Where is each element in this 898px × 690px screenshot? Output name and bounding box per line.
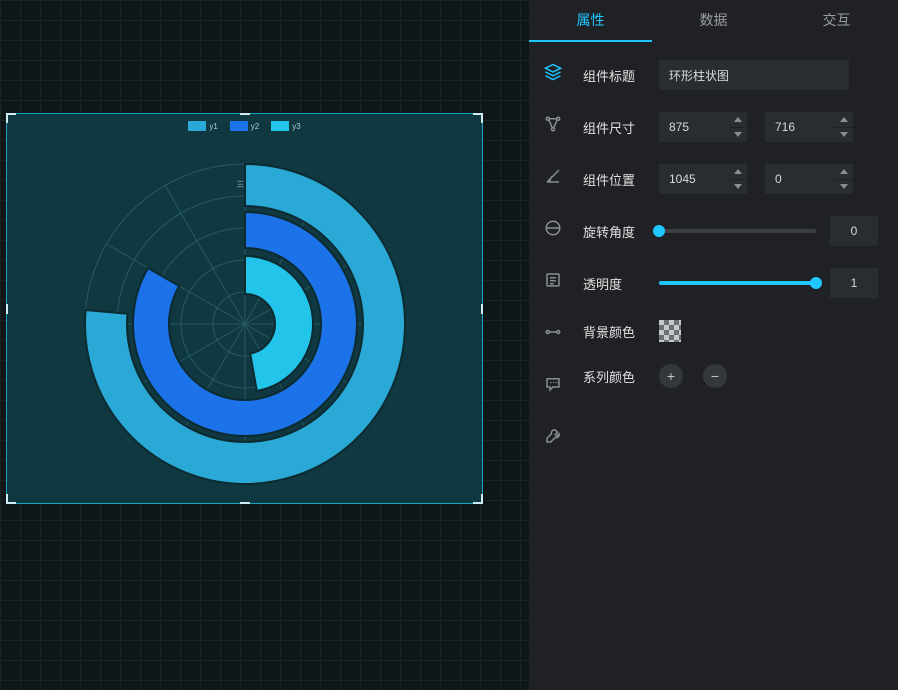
circle-icon[interactable] — [543, 218, 563, 238]
tab-attributes[interactable]: 属性 — [529, 0, 652, 42]
rotate-slider-knob[interactable] — [653, 225, 665, 237]
legend-label: y3 — [292, 122, 300, 131]
size-height-up[interactable] — [835, 112, 853, 127]
row-opacity: 透明度 1 — [583, 268, 878, 298]
resize-handle-ml[interactable] — [6, 304, 8, 314]
row-rotate: 旋转角度 0 — [583, 216, 878, 246]
resize-handle-tr[interactable] — [473, 113, 483, 123]
nodes-icon[interactable] — [543, 114, 563, 134]
size-width-input[interactable] — [659, 112, 729, 142]
link-icon[interactable] — [543, 322, 563, 342]
legend-swatch-y3 — [271, 121, 289, 131]
size-height-input[interactable] — [765, 112, 835, 142]
angle-icon[interactable] — [543, 166, 563, 186]
title-input[interactable] — [659, 60, 849, 90]
size-label: 组件尺寸 — [583, 118, 659, 137]
rotate-value: 0 — [830, 216, 878, 246]
bgcolor-label: 背景颜色 — [583, 322, 659, 341]
legend-item: y1 — [188, 121, 217, 131]
opacity-value: 1 — [830, 268, 878, 298]
property-rows: 组件标题 组件尺寸 — [577, 42, 898, 690]
form-icon[interactable] — [543, 270, 563, 290]
pos-y-up[interactable] — [835, 164, 853, 179]
legend-item: y3 — [271, 121, 300, 131]
row-series-color: 系列颜色 + − — [583, 364, 878, 388]
title-label: 组件标题 — [583, 66, 659, 85]
tab-interaction[interactable]: 交互 — [775, 0, 898, 42]
size-width-down[interactable] — [729, 127, 747, 143]
position-label: 组件位置 — [583, 170, 659, 189]
pos-y-down[interactable] — [835, 179, 853, 195]
pos-x-up[interactable] — [729, 164, 747, 179]
legend-item: y2 — [230, 121, 259, 131]
properties-panel: 属性 数据 交互 — [529, 0, 898, 690]
legend-swatch-y1 — [188, 121, 206, 131]
tools-icon[interactable] — [543, 426, 563, 446]
series-add-button[interactable]: + — [659, 364, 683, 388]
row-size: 组件尺寸 — [583, 112, 878, 142]
opacity-label: 透明度 — [583, 274, 659, 293]
rotate-label: 旋转角度 — [583, 222, 659, 241]
resize-handle-br[interactable] — [473, 494, 483, 504]
chart-widget[interactable]: y1 y2 y3 三月 — [6, 113, 483, 504]
tab-data[interactable]: 数据 — [652, 0, 775, 42]
polar-bar-chart — [75, 154, 415, 494]
row-position: 组件位置 — [583, 164, 878, 194]
series-remove-button[interactable]: − — [703, 364, 727, 388]
opacity-slider-knob[interactable] — [810, 277, 822, 289]
comment-icon[interactable] — [543, 374, 563, 394]
series-color-label: 系列颜色 — [583, 367, 659, 386]
pos-y-input[interactable] — [765, 164, 835, 194]
property-sidebar — [529, 42, 577, 690]
size-height-down[interactable] — [835, 127, 853, 143]
bgcolor-swatch[interactable] — [659, 320, 681, 342]
opacity-slider[interactable] — [659, 281, 816, 285]
panel-tabs: 属性 数据 交互 — [529, 0, 898, 42]
layers-icon[interactable] — [543, 62, 563, 82]
size-width-up[interactable] — [729, 112, 747, 127]
resize-handle-tl[interactable] — [6, 113, 16, 123]
legend-label: y2 — [251, 122, 259, 131]
row-title: 组件标题 — [583, 60, 878, 90]
resize-handle-mr[interactable] — [481, 304, 483, 314]
chart-legend: y1 y2 y3 — [7, 121, 482, 131]
resize-handle-mb[interactable] — [240, 502, 250, 504]
pos-x-down[interactable] — [729, 179, 747, 195]
legend-swatch-y2 — [230, 121, 248, 131]
resize-handle-bl[interactable] — [6, 494, 16, 504]
row-bgcolor: 背景颜色 — [583, 320, 878, 342]
resize-handle-mt[interactable] — [240, 113, 250, 115]
design-canvas[interactable]: y1 y2 y3 三月 — [0, 0, 529, 690]
legend-label: y1 — [209, 122, 217, 131]
rotate-slider[interactable] — [659, 229, 816, 233]
pos-x-input[interactable] — [659, 164, 729, 194]
